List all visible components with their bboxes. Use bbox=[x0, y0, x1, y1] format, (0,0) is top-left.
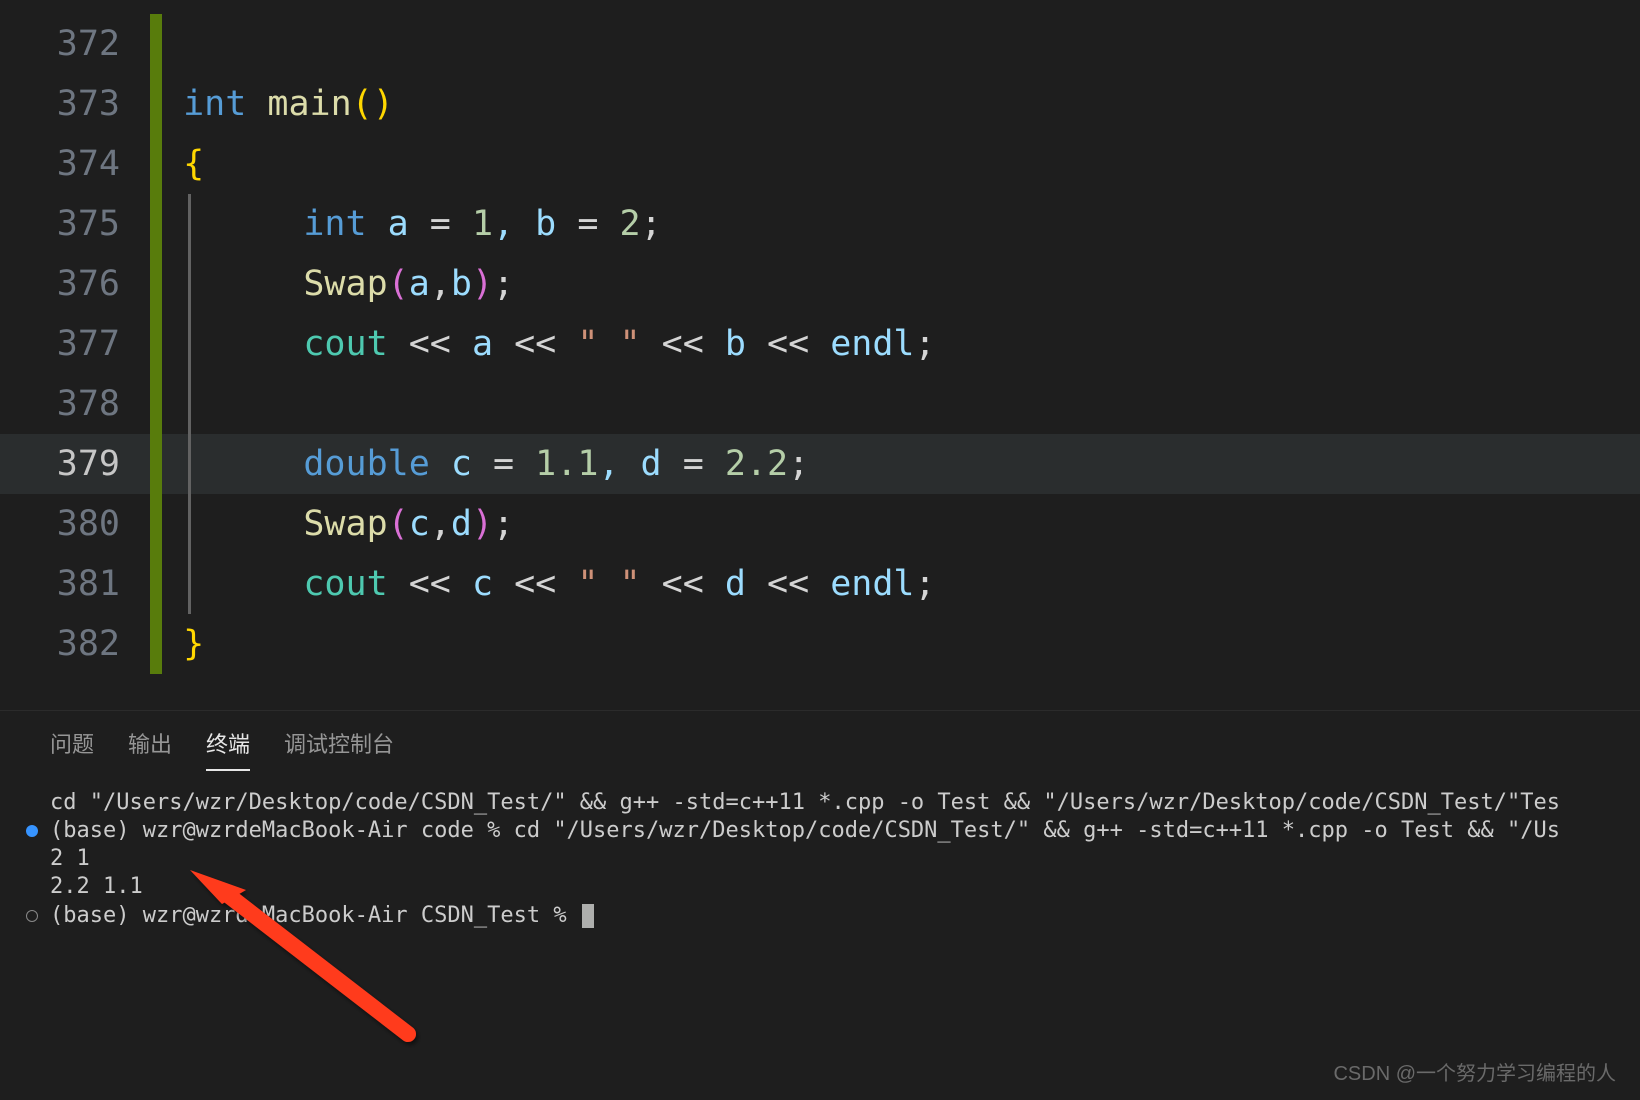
code-lines[interactable]: 372373 int main()374 {375 int a = 1, b =… bbox=[0, 0, 1640, 674]
terminal-text: cd "/Users/wzr/Desktop/code/CSDN_Test/" … bbox=[50, 789, 1560, 817]
git-gutter-added bbox=[150, 134, 162, 194]
line-number: 373 bbox=[0, 84, 150, 124]
code-content[interactable]: int main() bbox=[162, 84, 394, 124]
panel-tab-问题[interactable]: 问题 bbox=[50, 727, 94, 771]
panel-tabs: 问题输出终端调试控制台 bbox=[0, 711, 1640, 771]
git-gutter-added bbox=[150, 254, 162, 314]
code-content[interactable]: cout << a << " " << b << endl; bbox=[198, 324, 936, 364]
git-gutter-added bbox=[150, 194, 162, 254]
line-number: 378 bbox=[0, 384, 150, 424]
line-number: 374 bbox=[0, 144, 150, 184]
indent-guide bbox=[188, 194, 198, 254]
git-gutter-added bbox=[150, 554, 162, 614]
indent-guide bbox=[188, 254, 198, 314]
line-number: 382 bbox=[0, 624, 150, 664]
line-number: 372 bbox=[0, 24, 150, 64]
git-gutter-added bbox=[150, 14, 162, 74]
terminal-row: cd "/Users/wzr/Desktop/code/CSDN_Test/" … bbox=[26, 789, 1614, 817]
terminal-text: (base) wzr@wzrdeMacBook-Air CSDN_Test % bbox=[50, 902, 580, 930]
git-gutter-added bbox=[150, 314, 162, 374]
code-content[interactable]: { bbox=[162, 144, 204, 184]
terminal-text: 2.2 1.1 bbox=[50, 873, 143, 901]
code-line[interactable]: 380 Swap(c,d); bbox=[0, 494, 1640, 554]
line-number: 379 bbox=[0, 444, 150, 484]
code-line[interactable]: 382 } bbox=[0, 614, 1640, 674]
terminal-row: (base) wzr@wzrdeMacBook-Air code % cd "/… bbox=[26, 817, 1614, 845]
code-line[interactable]: 373 int main() bbox=[0, 74, 1640, 134]
indent-guide bbox=[188, 494, 198, 554]
indent-guide bbox=[188, 374, 198, 434]
line-number: 381 bbox=[0, 564, 150, 604]
git-gutter-added bbox=[150, 614, 162, 674]
code-content[interactable]: int a = 1, b = 2; bbox=[198, 204, 662, 244]
git-gutter-added bbox=[150, 374, 162, 434]
idle-marker-icon bbox=[26, 910, 50, 922]
code-line[interactable]: 376 Swap(a,b); bbox=[0, 254, 1640, 314]
git-gutter-added bbox=[150, 74, 162, 134]
line-number: 376 bbox=[0, 264, 150, 304]
watermark: CSDN @一个努力学习编程的人 bbox=[1333, 1057, 1616, 1086]
code-line[interactable]: 378 bbox=[0, 374, 1640, 434]
line-number: 380 bbox=[0, 504, 150, 544]
terminal-row: (base) wzr@wzrdeMacBook-Air CSDN_Test % bbox=[26, 902, 1614, 930]
indent-guide bbox=[188, 434, 198, 494]
line-number: 377 bbox=[0, 324, 150, 364]
code-content[interactable]: Swap(c,d); bbox=[198, 504, 514, 544]
code-line[interactable]: 375 int a = 1, b = 2; bbox=[0, 194, 1640, 254]
indent-guide bbox=[188, 554, 198, 614]
terminal-cursor bbox=[582, 904, 594, 928]
code-content[interactable]: Swap(a,b); bbox=[198, 264, 514, 304]
code-line[interactable]: 381 cout << c << " " << d << endl; bbox=[0, 554, 1640, 614]
terminal-row: 2.2 1.1 bbox=[26, 873, 1614, 901]
terminal-text: 2 1 bbox=[50, 845, 90, 873]
indent-guide bbox=[188, 314, 198, 374]
terminal-output[interactable]: cd "/Users/wzr/Desktop/code/CSDN_Test/" … bbox=[0, 771, 1640, 938]
terminal-row: 2 1 bbox=[26, 845, 1614, 873]
editor-area[interactable]: 372373 int main()374 {375 int a = 1, b =… bbox=[0, 0, 1640, 710]
code-line[interactable]: 372 bbox=[0, 14, 1640, 74]
code-content[interactable]: double c = 1.1, d = 2.2; bbox=[198, 444, 809, 484]
git-gutter-added bbox=[150, 434, 162, 494]
code-line[interactable]: 379 double c = 1.1, d = 2.2; bbox=[0, 434, 1640, 494]
code-line[interactable]: 374 { bbox=[0, 134, 1640, 194]
panel-tab-调试控制台[interactable]: 调试控制台 bbox=[284, 727, 394, 771]
terminal-text: (base) wzr@wzrdeMacBook-Air code % cd "/… bbox=[50, 817, 1560, 845]
code-content[interactable]: cout << c << " " << d << endl; bbox=[198, 564, 936, 604]
panel-tab-终端[interactable]: 终端 bbox=[206, 727, 250, 771]
bottom-panel: 问题输出终端调试控制台 cd "/Users/wzr/Desktop/code/… bbox=[0, 710, 1640, 1100]
line-number: 375 bbox=[0, 204, 150, 244]
git-gutter-added bbox=[150, 494, 162, 554]
code-line[interactable]: 377 cout << a << " " << b << endl; bbox=[0, 314, 1640, 374]
running-marker-icon bbox=[26, 825, 50, 837]
panel-tab-输出[interactable]: 输出 bbox=[128, 727, 172, 771]
code-content[interactable]: } bbox=[162, 624, 204, 664]
